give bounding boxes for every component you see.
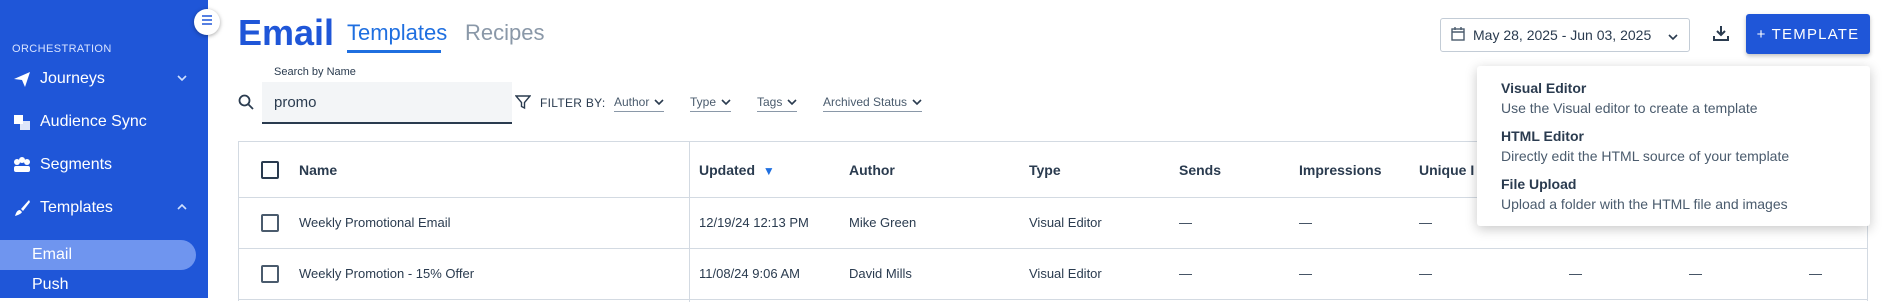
page-title: Email [238, 12, 335, 53]
cell-unique: — [1419, 266, 1432, 281]
cell-metric: — [1569, 266, 1582, 281]
cell-impressions: — [1299, 266, 1312, 281]
brush-icon [12, 198, 32, 218]
active-tab-indicator [347, 50, 441, 53]
menu-item-html-editor[interactable]: HTML Editor Directly edit the HTML sourc… [1501, 128, 1851, 164]
column-header-name[interactable]: Name [299, 162, 337, 178]
sidebar-item-templates[interactable]: Templates [0, 193, 208, 223]
search-field[interactable] [262, 82, 512, 124]
cell-updated: 11/08/24 9:06 AM [699, 266, 800, 281]
sidebar-subitem-label: Push [32, 276, 69, 293]
menu-icon [200, 13, 214, 32]
download-button[interactable] [1706, 20, 1736, 50]
tab-recipes[interactable]: Recipes [465, 20, 544, 46]
filter-type[interactable]: Type [690, 95, 732, 112]
sidebar-subitem-push[interactable]: Push [0, 270, 196, 300]
sidebar-section-label: ORCHESTRATION [12, 43, 112, 55]
menu-item-file-upload[interactable]: File Upload Upload a folder with the HTM… [1501, 176, 1851, 212]
row-checkbox[interactable] [261, 214, 279, 232]
cell-metric: — [1809, 266, 1822, 281]
menu-item-title: HTML Editor [1501, 128, 1584, 144]
cell-sends: — [1179, 215, 1192, 230]
sidebar-subitem-email[interactable]: Email [0, 240, 196, 270]
tab-templates[interactable]: Templates [347, 20, 447, 46]
chevron-down-icon [176, 71, 188, 89]
cell-name[interactable]: Weekly Promotional Email [299, 215, 450, 230]
new-template-menu: Visual Editor Use the Visual editor to c… [1477, 66, 1870, 226]
chevron-down-icon [787, 99, 797, 106]
cell-sends: — [1179, 266, 1192, 281]
column-header-impressions[interactable]: Impressions [1299, 162, 1381, 178]
menu-item-title: Visual Editor [1501, 80, 1587, 96]
paper-plane-icon [12, 69, 32, 89]
sidebar-item-label: Audience Sync [40, 113, 147, 130]
calendar-icon [1451, 26, 1465, 44]
menu-item-description: Use the Visual editor to create a templa… [1501, 100, 1758, 116]
column-header-type[interactable]: Type [1029, 162, 1061, 178]
filter-label: Type [690, 95, 717, 109]
chevron-up-icon [176, 200, 188, 218]
sidebar-collapse-button[interactable] [194, 9, 220, 35]
menu-item-title: File Upload [1501, 176, 1577, 192]
search-icon [238, 94, 254, 115]
filter-label: Author [614, 95, 650, 109]
segments-icon [12, 155, 32, 175]
filter-label: Archived Status [823, 95, 908, 109]
sidebar-item-label: Templates [40, 199, 113, 216]
chevron-down-icon [1667, 30, 1679, 46]
cell-type: Visual Editor [1029, 215, 1102, 230]
column-header-updated[interactable]: Updated ▼ [699, 162, 775, 178]
search-label: Search by Name [274, 66, 356, 78]
sort-descending-icon: ▼ [762, 164, 775, 178]
sidebar-item-label: Journeys [40, 70, 105, 87]
cell-unique: — [1419, 215, 1432, 230]
audience-sync-icon [12, 112, 32, 132]
chevron-down-icon [654, 99, 664, 106]
filter-author[interactable]: Author [614, 95, 665, 112]
filter-tags[interactable]: Tags [757, 95, 798, 112]
cell-impressions: — [1299, 215, 1312, 230]
column-header-sends[interactable]: Sends [1179, 162, 1221, 178]
date-range-picker[interactable]: May 28, 2025 - Jun 03, 2025 [1440, 18, 1690, 52]
sidebar-item-label: Segments [40, 156, 113, 173]
menu-item-description: Upload a folder with the HTML file and i… [1501, 196, 1788, 212]
cell-updated: 12/19/24 12:13 PM [699, 215, 809, 230]
column-header-label: Updated [699, 162, 755, 178]
chevron-down-icon [721, 99, 731, 106]
new-template-button[interactable]: + TEMPLATE [1746, 14, 1870, 54]
cell-metric: — [1689, 266, 1702, 281]
row-checkbox[interactable] [261, 265, 279, 283]
table-row[interactable]: Weekly Promotion - 15% Offer 11/08/24 9:… [239, 249, 1867, 300]
filter-icon [514, 94, 532, 115]
cell-author: David Mills [849, 266, 912, 281]
cell-author: Mike Green [849, 215, 917, 230]
sidebar-subitem-label: Email [32, 246, 73, 263]
filter-label: Tags [757, 95, 783, 109]
sidebar-item-audience-sync[interactable]: Audience Sync [0, 107, 208, 137]
menu-item-description: Directly edit the HTML source of your te… [1501, 148, 1790, 164]
filter-by-label: FILTER BY: [540, 96, 606, 110]
menu-item-visual-editor[interactable]: Visual Editor Use the Visual editor to c… [1501, 80, 1851, 116]
column-header-author[interactable]: Author [849, 162, 895, 178]
chevron-down-icon [912, 99, 922, 106]
date-range-value: May 28, 2025 - Jun 03, 2025 [1473, 27, 1652, 43]
cell-name[interactable]: Weekly Promotion - 15% Offer [299, 266, 474, 281]
sidebar: ORCHESTRATION Journeys Audience Sync Seg… [0, 0, 208, 298]
search-input[interactable] [274, 91, 494, 113]
filter-archived-status[interactable]: Archived Status [823, 95, 923, 112]
select-all-checkbox[interactable] [261, 161, 279, 179]
sidebar-item-segments[interactable]: Segments [0, 150, 208, 180]
download-icon [1712, 24, 1730, 47]
cell-type: Visual Editor [1029, 266, 1102, 281]
sidebar-item-journeys[interactable]: Journeys [0, 64, 208, 94]
column-header-unique[interactable]: Unique I [1419, 162, 1474, 178]
